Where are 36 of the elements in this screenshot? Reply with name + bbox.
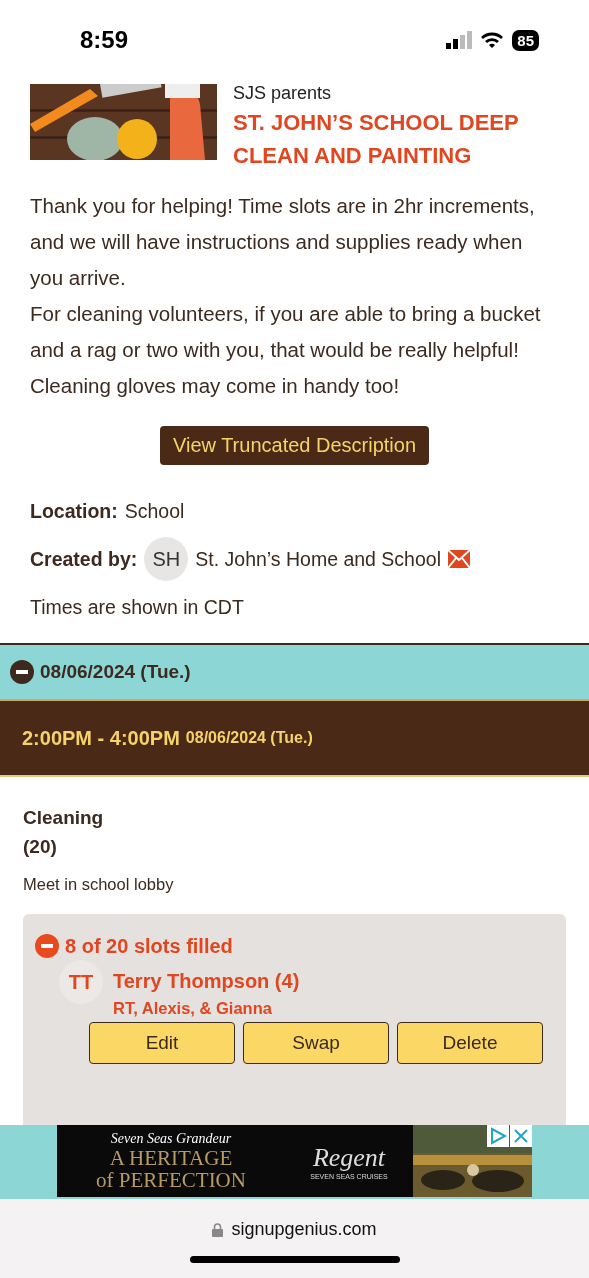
ad-headline: A HERITAGE — [109, 1147, 233, 1169]
wifi-icon — [480, 31, 505, 49]
url-text[interactable]: signupgenius.com — [231, 1219, 377, 1240]
volunteer-comment: RT, Alexis, & Gianna — [113, 999, 273, 1018]
location-label: Location: — [30, 499, 118, 523]
lock-icon — [212, 1222, 224, 1237]
action-button[interactable]: Delete — [397, 1022, 543, 1064]
action-button[interactable]: Swap — [243, 1022, 389, 1064]
time-range: 2:00PM - 4:00PM — [22, 726, 180, 750]
close-icon[interactable] — [510, 1125, 532, 1147]
creator-name: St. John’s Home and School — [195, 547, 441, 571]
group-name: SJS parents — [233, 84, 333, 102]
action-button[interactable]: Edit — [89, 1022, 235, 1064]
signup-title: ST. JOHN’S SCHOOL DEEP CLEAN AND PAINTING — [233, 109, 520, 170]
created-by-label: Created by: — [30, 547, 138, 571]
battery-level: 85 — [512, 29, 539, 51]
task-count: (20) — [23, 835, 58, 859]
task-note: Meet in school lobby — [23, 875, 175, 894]
signal-icon — [446, 31, 473, 49]
task-name: Cleaning — [23, 806, 105, 830]
date-header[interactable]: 08/06/2024 (Tue.) — [0, 643, 589, 701]
ad-tagline: Seven Seas Grandeur — [110, 1131, 232, 1147]
view-description-button[interactable]: View Truncated Description — [159, 426, 430, 465]
avatar: TT — [59, 960, 103, 1004]
ad-headline: of PERFECTION — [96, 1169, 246, 1191]
description-text: For cleaning volunteers, if you are able to bring a bucket and a rag or two with you, that would be really helpful! Cleaning gloves may come in handy too! — [30, 301, 542, 399]
slot-date: 08/06/2024 (Tue.) — [185, 729, 313, 747]
ad-info-icon[interactable] — [487, 1125, 509, 1147]
location-value: School — [124, 499, 185, 523]
avatar: SH — [144, 537, 189, 581]
clock-time: 8:59 — [80, 26, 129, 54]
ad-brand: Regent — [312, 1142, 386, 1173]
timezone-note: Times are shown in CDT — [30, 595, 244, 619]
volunteer-name: Terry Thompson (4) — [113, 970, 300, 993]
description-text: Thank you for helping! Time slots are in 2hr increments, and we will have instructions and supplies ready when you arrive. — [30, 193, 536, 291]
envelope-icon[interactable] — [448, 550, 470, 568]
